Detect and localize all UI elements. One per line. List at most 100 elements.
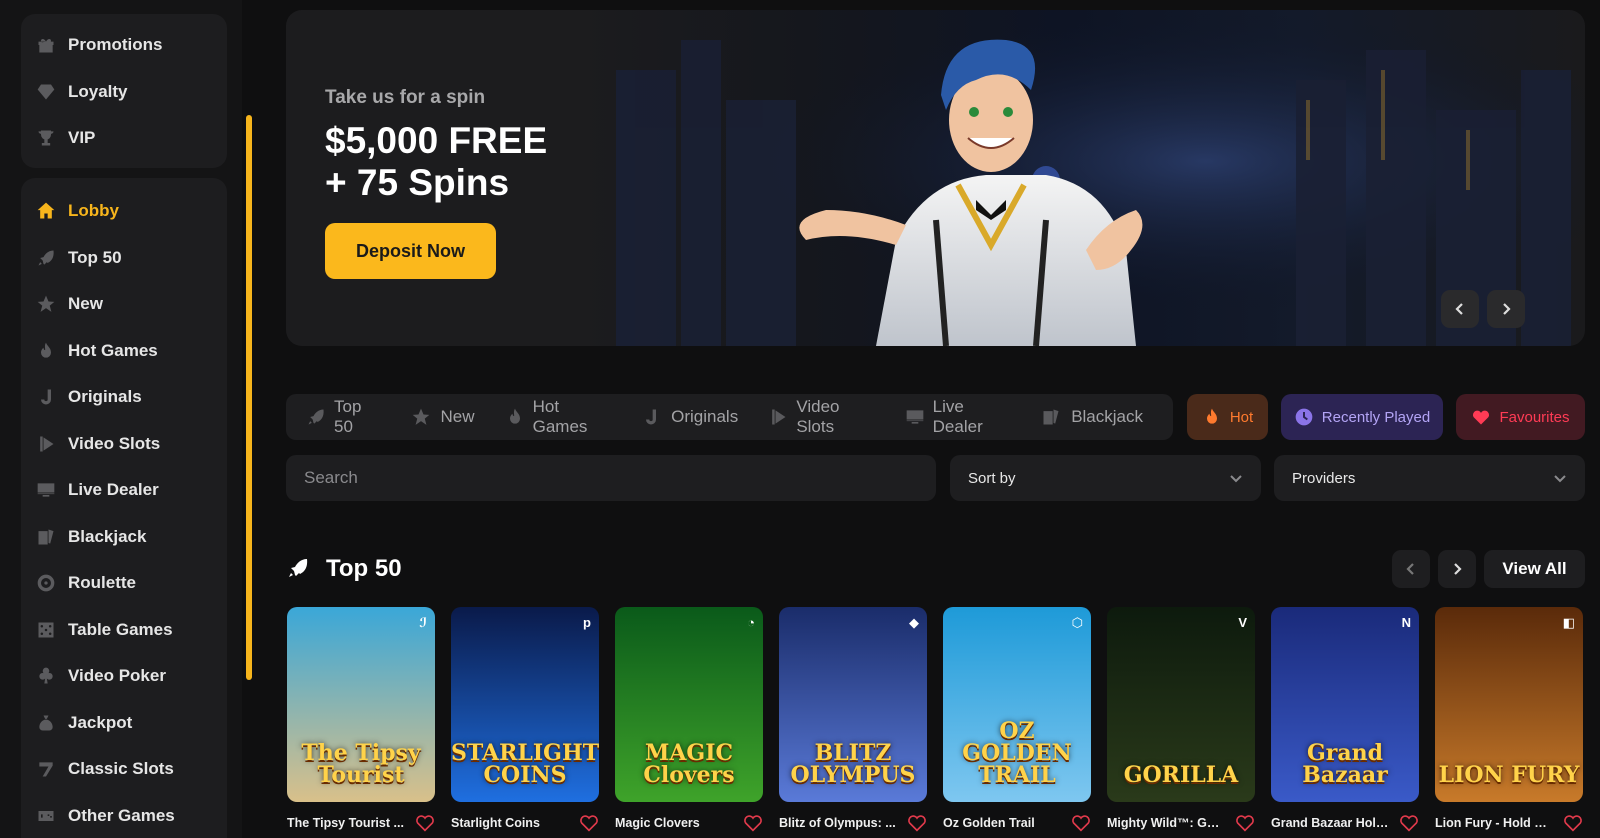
search-input[interactable] (286, 455, 936, 501)
game-name: Oz Golden Trail (943, 816, 1035, 830)
hot-filter-button[interactable]: Hot (1187, 394, 1268, 440)
sidebar-item-video-poker[interactable]: Video Poker (21, 653, 227, 700)
star-icon (411, 406, 433, 428)
game-thumbnail[interactable]: ◆ BLITZ OLYMPUS (779, 607, 927, 802)
game-card[interactable]: ◆ BLITZ OLYMPUS Blitz of Olympus: ... (779, 607, 927, 832)
flame-icon (505, 406, 525, 428)
sidebar-item-hot-games[interactable]: Hot Games (21, 328, 227, 375)
sidebar: Promotions Loyalty VIP Lobby Top 50 New … (0, 0, 242, 838)
gift-icon (35, 34, 57, 56)
heart-icon[interactable] (579, 814, 599, 832)
provider-logo-icon: V (1238, 615, 1247, 630)
play-icon (35, 433, 57, 455)
tab-live-dealer[interactable]: Live Dealer (905, 397, 1012, 437)
tab-video-slots[interactable]: Video Slots (768, 397, 874, 437)
game-thumbnail[interactable]: ◔ MAGIC Clovers (615, 607, 763, 802)
sidebar-item-classic-slots[interactable]: Classic Slots (21, 746, 227, 793)
tab-originals[interactable]: Originals (641, 406, 738, 428)
monitor-icon (35, 479, 57, 501)
heart-icon[interactable] (1399, 814, 1419, 832)
sidebar-item-label: Classic Slots (68, 759, 174, 779)
tab-new[interactable]: New (411, 406, 475, 428)
sidebar-item-lobby[interactable]: Lobby (21, 188, 227, 235)
carousel-next-button[interactable] (1438, 550, 1476, 588)
sidebar-item-table-games[interactable]: Table Games (21, 607, 227, 654)
game-thumbnail[interactable]: p STARLIGHT COINS (451, 607, 599, 802)
heart-icon[interactable] (743, 814, 763, 832)
cards-icon (35, 526, 57, 548)
tab-label: Top 50 (334, 397, 362, 436)
trophy-icon (35, 127, 57, 149)
sidebar-item-jackpot[interactable]: Jackpot (21, 700, 227, 747)
favourites-label: Favourites (1499, 408, 1570, 426)
game-card[interactable]: ℐ The Tipsy Tourist The Tipsy Tourist ... (287, 607, 435, 832)
recently-played-button[interactable]: Recently Played (1281, 394, 1443, 440)
sidebar-item-originals[interactable]: Originals (21, 374, 227, 421)
game-thumbnail[interactable]: ◧ LION FURY (1435, 607, 1583, 802)
tab-hot-games[interactable]: Hot Games (505, 397, 612, 437)
sidebar-item-top-50[interactable]: Top 50 (21, 235, 227, 282)
sidebar-item-label: Originals (68, 387, 142, 407)
game-card[interactable]: p STARLIGHT COINS Starlight Coins (451, 607, 599, 832)
heart-icon[interactable] (415, 814, 435, 832)
sidebar-item-blackjack[interactable]: Blackjack (21, 514, 227, 561)
tab-label: Hot Games (532, 397, 588, 436)
game-art-title: STARLIGHT COINS (451, 740, 599, 788)
game-name: Grand Bazaar Hold... (1271, 816, 1389, 830)
sidebar-promo-group: Promotions Loyalty VIP (21, 14, 227, 168)
hero-banner: Take us for a spin $5,000 FREE + 75 Spin… (286, 10, 1585, 346)
heart-icon[interactable] (1071, 814, 1091, 832)
game-thumbnail[interactable]: ⬡ OZ GOLDEN TRAIL (943, 607, 1091, 802)
sidebar-item-label: Other Games (68, 805, 175, 825)
sidebar-scrollbar[interactable] (246, 115, 252, 680)
star-icon (35, 293, 57, 315)
game-thumbnail[interactable]: V GORILLA (1107, 607, 1255, 802)
game-meta: Magic Clovers (615, 814, 763, 832)
sidebar-item-loyalty[interactable]: Loyalty (21, 69, 227, 116)
sidebar-item-promotions[interactable]: Promotions (21, 22, 227, 69)
sidebar-item-other-games[interactable]: Other Games (21, 793, 227, 838)
game-thumbnail[interactable]: N Grand Bazaar (1271, 607, 1419, 802)
game-card[interactable]: N Grand Bazaar Grand Bazaar Hold... (1271, 607, 1419, 832)
sidebar-item-roulette[interactable]: Roulette (21, 560, 227, 607)
chevron-right-icon (1503, 303, 1511, 315)
favourites-button[interactable]: Favourites (1456, 394, 1585, 440)
game-thumbnail[interactable]: ℐ The Tipsy Tourist (287, 607, 435, 802)
monitor-icon (905, 406, 925, 428)
tab-blackjack[interactable]: Blackjack (1041, 406, 1143, 428)
chevron-down-icon (1230, 475, 1242, 483)
rocket-icon (306, 406, 326, 428)
sidebar-item-new[interactable]: New (21, 281, 227, 328)
game-art-title: GORILLA (1123, 762, 1239, 788)
games-carousel: ℐ The Tipsy Tourist The Tipsy Tourist ... p… (287, 607, 1600, 838)
sidebar-item-label: Jackpot (68, 712, 133, 732)
provider-logo-icon: p (583, 615, 591, 630)
heart-icon[interactable] (1235, 814, 1255, 832)
game-art-title: MAGIC Clovers (643, 740, 735, 788)
heart-icon[interactable] (1563, 814, 1583, 832)
game-card[interactable]: ⬡ OZ GOLDEN TRAIL Oz Golden Trail (943, 607, 1091, 832)
providers-label: Providers (1292, 469, 1356, 487)
hero-title-line-2: + 75 Spins (325, 162, 510, 203)
deposit-now-button[interactable]: Deposit Now (325, 223, 496, 279)
chevron-down-icon (1554, 475, 1566, 483)
hero-next-button[interactable] (1487, 290, 1525, 328)
sort-by-select[interactable]: Sort by (950, 455, 1261, 501)
game-card[interactable]: ◔ MAGIC Clovers Magic Clovers (615, 607, 763, 832)
game-name: Mighty Wild™: Gor... (1107, 816, 1225, 830)
game-card[interactable]: ◧ LION FURY Lion Fury - Hold & ... (1435, 607, 1583, 832)
game-card[interactable]: V GORILLA Mighty Wild™: Gor... (1107, 607, 1255, 832)
rocket-icon (35, 247, 57, 269)
sidebar-item-video-slots[interactable]: Video Slots (21, 421, 227, 468)
sidebar-item-live-dealer[interactable]: Live Dealer (21, 467, 227, 514)
view-all-button[interactable]: View All (1484, 550, 1585, 588)
providers-select[interactable]: Providers (1274, 455, 1585, 501)
game-meta: Grand Bazaar Hold... (1271, 814, 1419, 832)
tab-top-50[interactable]: Top 50 (306, 397, 381, 437)
hero-prev-button[interactable] (1441, 290, 1479, 328)
sidebar-item-label: New (68, 294, 103, 314)
tab-label: Video Slots (796, 397, 840, 436)
heart-icon[interactable] (907, 814, 927, 832)
carousel-prev-button[interactable] (1392, 550, 1430, 588)
sidebar-item-vip[interactable]: VIP (21, 115, 227, 162)
